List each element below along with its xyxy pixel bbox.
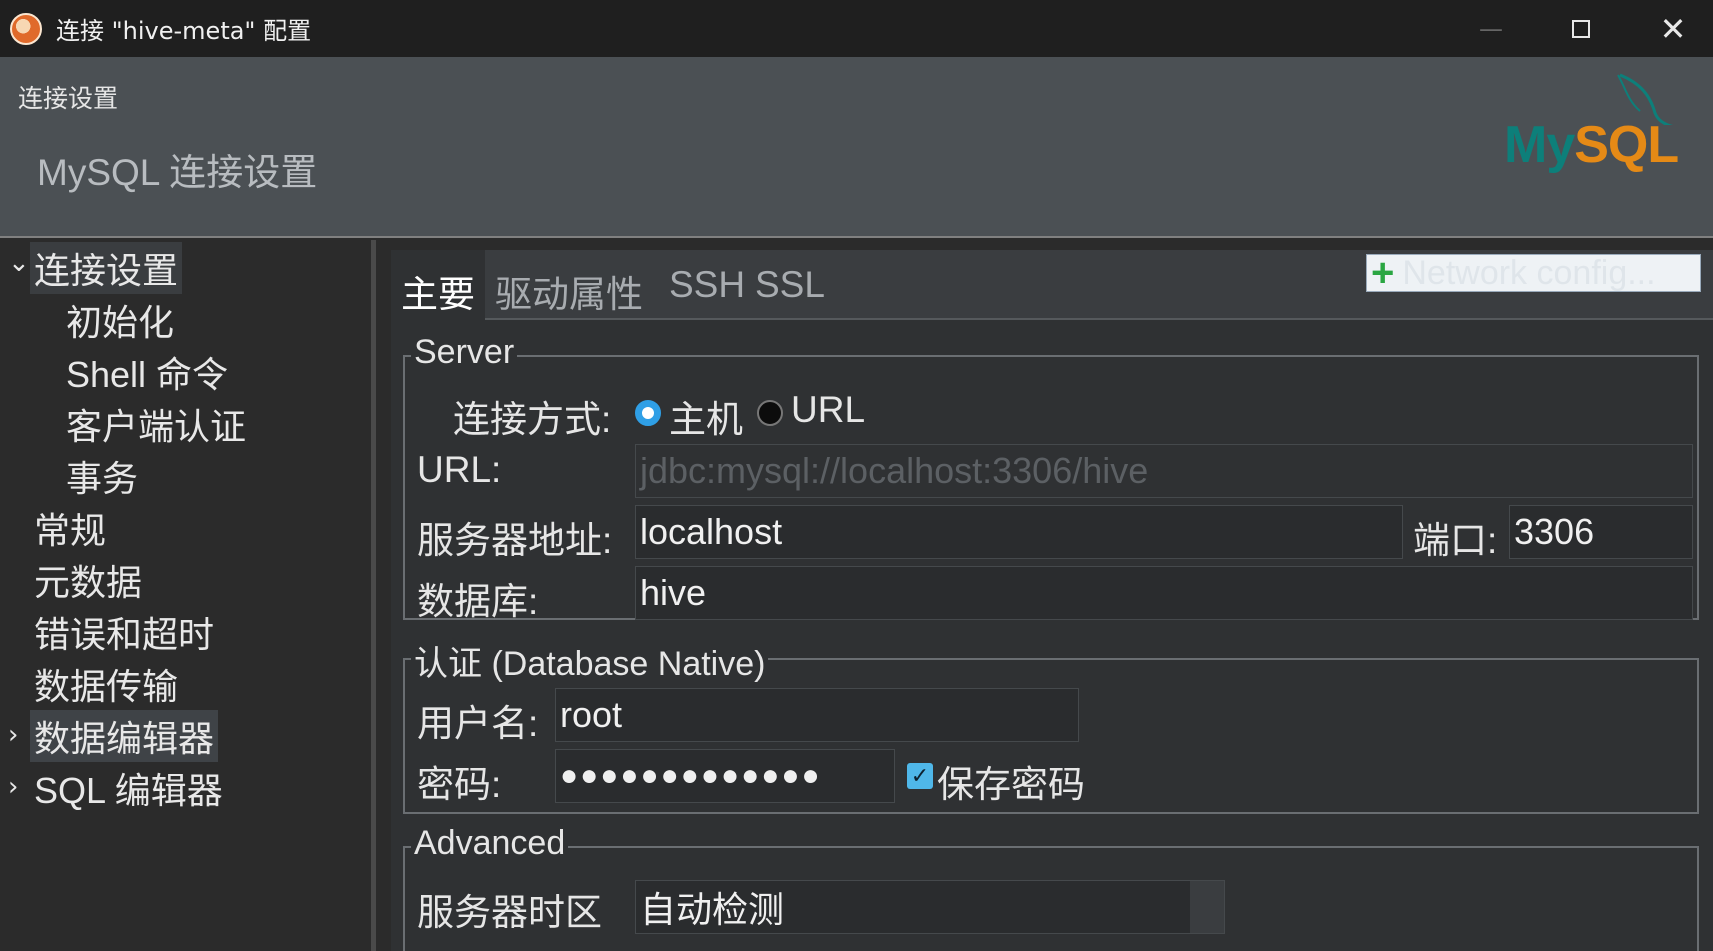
- tree-item-init[interactable]: 初始化: [66, 294, 174, 346]
- dbeaver-app-icon: [10, 12, 42, 45]
- timezone-combo[interactable]: 自动检测: [635, 880, 1225, 934]
- tree-item-label: 元数据: [34, 562, 143, 603]
- timezone-value: 自动检测: [640, 889, 785, 930]
- radio-url[interactable]: [757, 400, 783, 426]
- tree-item-data-transfer[interactable]: 数据传输: [34, 658, 178, 710]
- tree-item-label: 数据传输: [34, 666, 179, 707]
- tree-item-shell-commands[interactable]: Shell 命令: [66, 346, 228, 398]
- username-field[interactable]: root: [555, 688, 1079, 742]
- chevron-down-icon[interactable]: [1190, 881, 1224, 933]
- url-field[interactable]: jdbc:mysql://localhost:3306/hive: [635, 444, 1693, 498]
- tree-item-label: SQL 编辑器: [34, 770, 223, 811]
- tab-main[interactable]: 主要: [391, 250, 485, 320]
- banner-title: MySQL 连接设置: [37, 152, 318, 193]
- password-label: 密码:: [417, 764, 502, 805]
- radio-host-label[interactable]: 主机: [669, 389, 743, 443]
- mysql-logo: MySQL: [1500, 65, 1710, 225]
- tree-item-label: Shell 命令: [66, 354, 229, 395]
- radio-host[interactable]: [635, 400, 661, 426]
- tree-item-metadata[interactable]: 元数据: [34, 554, 142, 606]
- tree-item-label: 客户端认证: [66, 406, 247, 447]
- maximize-icon: [1572, 19, 1590, 38]
- chevron-right-icon[interactable]: ›: [8, 772, 18, 802]
- auth-legend: 认证 (Database Native): [411, 636, 769, 685]
- tab-ssh[interactable]: SSH: [669, 264, 745, 306]
- tree-item-data-editor[interactable]: 数据编辑器: [30, 710, 219, 762]
- tree-item-connection-settings[interactable]: 连接设置: [30, 242, 183, 294]
- password-field[interactable]: ●●●●●●●●●●●●●: [555, 749, 895, 803]
- title-bar: 连接 "hive-meta" 配置 — ✕: [0, 0, 1713, 57]
- tree-item-label: 错误和超时: [34, 614, 215, 655]
- settings-tree: ⌄ 连接设置 初始化 Shell 命令 客户端认证 事务 常规 元数据 错误和超…: [0, 240, 376, 951]
- close-button[interactable]: ✕: [1627, 0, 1713, 57]
- plus-icon: +: [1371, 254, 1395, 292]
- auth-group: 认证 (Database Native) 用户名: root 密码: ●●●●●…: [403, 636, 1699, 814]
- logo-my: My: [1504, 116, 1575, 174]
- tree-item-label: 数据编辑器: [34, 718, 215, 759]
- port-field[interactable]: 3306: [1509, 505, 1693, 559]
- tab-driver-properties[interactable]: 驱动属性: [495, 264, 643, 318]
- tree-item-label: 连接设置: [34, 250, 179, 291]
- tab-ssl[interactable]: SSL: [755, 264, 825, 306]
- tree-item-transactions[interactable]: 事务: [66, 450, 138, 502]
- radio-url-label[interactable]: URL: [791, 389, 865, 431]
- save-password-label[interactable]: 保存密码: [937, 754, 1085, 808]
- maximize-button[interactable]: [1535, 0, 1627, 57]
- tree-item-general[interactable]: 常规: [34, 502, 106, 554]
- tree-item-label: 初始化: [66, 302, 175, 343]
- network-config-button[interactable]: + Network config...: [1366, 254, 1701, 292]
- advanced-legend: Advanced: [411, 824, 569, 863]
- username-label: 用户名:: [417, 703, 539, 744]
- server-legend: Server: [411, 333, 518, 372]
- chevron-down-icon[interactable]: ⌄: [8, 248, 30, 278]
- logo-sql: SQL: [1574, 116, 1679, 174]
- window-title: 连接 "hive-meta" 配置: [56, 17, 312, 45]
- tree-item-client-auth[interactable]: 客户端认证: [66, 398, 246, 450]
- timezone-label: 服务器时区: [417, 892, 602, 933]
- connection-settings-panel: 主要 驱动属性 SSH SSL + Network config... Serv…: [391, 250, 1713, 951]
- connection-mode-label: 连接方式:: [453, 399, 612, 440]
- database-field[interactable]: hive: [635, 566, 1693, 620]
- minimize-button[interactable]: —: [1445, 0, 1537, 57]
- header-banner: 连接设置 MySQL 连接设置 MySQL: [0, 57, 1713, 238]
- save-password-checkbox[interactable]: ✓: [907, 763, 933, 789]
- tree-item-errors-timeouts[interactable]: 错误和超时: [34, 606, 214, 658]
- tree-item-sql-editor[interactable]: SQL 编辑器: [34, 762, 223, 814]
- server-group: Server 连接方式: 主机 URL URL: jdbc:mysql://lo…: [403, 333, 1699, 622]
- chevron-right-icon[interactable]: ›: [8, 720, 18, 750]
- host-field[interactable]: localhost: [635, 505, 1403, 559]
- tree-item-label: 事务: [66, 458, 139, 499]
- network-config-label: Network config...: [1402, 254, 1656, 292]
- database-label: 数据库:: [417, 581, 539, 622]
- tree-item-label: 常规: [34, 510, 107, 551]
- banner-section-title: 连接设置: [18, 84, 119, 113]
- port-label: 端口:: [1413, 520, 1498, 561]
- advanced-group: Advanced 服务器时区 自动检测: [403, 824, 1699, 951]
- tab-bar: 主要 驱动属性 SSH SSL + Network config...: [391, 250, 1713, 320]
- url-label: URL:: [417, 449, 502, 490]
- host-label: 服务器地址:: [417, 520, 613, 561]
